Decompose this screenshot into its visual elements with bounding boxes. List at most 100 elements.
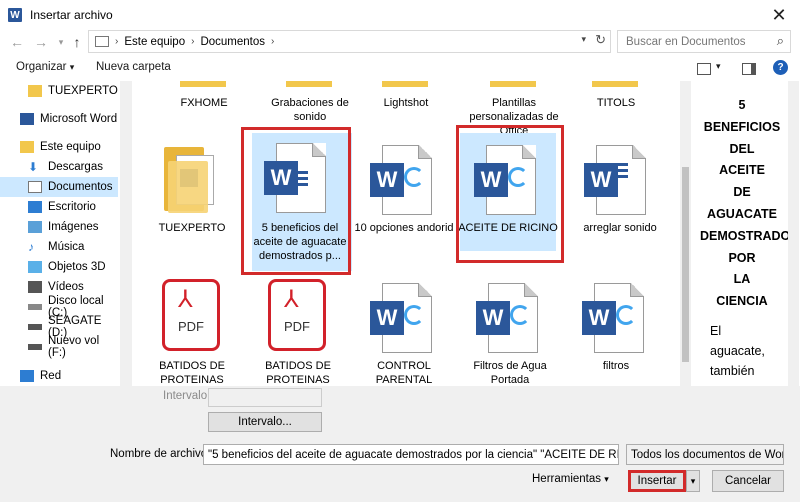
file-item-arreglar-sonido[interactable]: W arreglar sonido — [568, 141, 672, 241]
sidebar-item-label: Red — [40, 370, 62, 382]
preview-heading: 5 BENEFICIOS DEL ACEITE DE AGUACATE DEMO… — [700, 95, 799, 313]
file-item-10-opciones-andorid[interactable]: W 10 opciones andorid — [352, 141, 456, 241]
search-icon: ⌕ — [776, 33, 784, 48]
sidebar-item-objetos-3d[interactable]: Objetos 3D — [0, 257, 118, 277]
sidebar-item-label: Descargas — [48, 161, 103, 173]
sidebar-item-disco-local-c[interactable]: Disco local (C:) — [0, 295, 118, 319]
file-label: FXHOME — [180, 97, 228, 109]
word-icon — [20, 113, 34, 125]
sidebar-item-label: Nuevo vol (F:) — [48, 335, 100, 359]
word-document-icon: W — [584, 145, 648, 219]
folder-icon — [286, 81, 332, 87]
sidebar-item-microsoft-word[interactable]: Microsoft Word — [0, 109, 118, 129]
file-label: arreglar sonido — [583, 222, 657, 234]
scrollbar-thumb[interactable] — [682, 167, 689, 362]
file-item-batidos-de-proteinas-2[interactable]: ⅄ PDF BATIDOS DE PROTEINAS — [246, 279, 350, 386]
pdf-icon-label: PDF — [284, 319, 310, 334]
sidebar-item-documentos[interactable]: Documentos — [0, 177, 118, 197]
breadcrumb-separator-icon: › — [115, 36, 119, 47]
file-label: Grabaciones de sonido — [271, 97, 349, 123]
sidebar-scrollbar[interactable] — [120, 81, 132, 386]
highlight-box — [241, 127, 351, 275]
file-item-control-parental[interactable]: W CONTROL PARENTAL — [352, 279, 456, 386]
file-label: Lightshot — [383, 97, 429, 109]
preview-pane: 5 BENEFICIOS DEL ACEITE DE AGUACATE DEMO… — [692, 81, 800, 386]
tools-button[interactable]: Herramientas ▾ — [532, 473, 609, 485]
folder-item-plantillas-personalizadas[interactable]: Plantillas personalizadas de Office — [462, 81, 566, 137]
insert-button[interactable]: Insertar — [628, 470, 686, 492]
sidebar-item-musica[interactable]: ♪ Música — [0, 237, 118, 257]
3d-objects-icon — [28, 261, 42, 273]
folder-item-grabaciones-de-sonido[interactable]: Grabaciones de sonido — [258, 81, 362, 123]
help-icon[interactable]: ? — [773, 60, 788, 75]
address-dropdown-icon[interactable]: ▾ — [581, 34, 586, 45]
view-options-icon[interactable] — [697, 63, 711, 75]
close-icon[interactable]: ✕ — [768, 4, 790, 26]
desktop-icon — [28, 201, 42, 213]
sidebar-item-descargas[interactable]: ⬇ Descargas — [0, 157, 118, 177]
filename-input[interactable]: "5 beneficios del aceite de aguacate dem… — [203, 444, 619, 465]
file-label: 10 opciones andorid — [354, 222, 454, 234]
breadcrumb-separator-icon: › — [191, 36, 195, 47]
file-item-filtros[interactable]: W filtros — [564, 279, 668, 386]
drive-icon — [28, 304, 42, 310]
word-sync-document-icon: W — [370, 283, 434, 357]
address-bar[interactable]: › Este equipo › Documentos › ▾ ↻ — [88, 30, 611, 53]
word-sync-document-icon: W — [582, 283, 646, 357]
preview-line: LA — [733, 272, 751, 287]
forward-arrow-icon[interactable]: → — [32, 33, 50, 51]
pdf-icon: ⅄ PDF — [268, 279, 330, 355]
preview-scrollbar[interactable] — [788, 81, 799, 386]
breadcrumb-documentos[interactable]: Documentos — [200, 36, 265, 48]
file-label: TUEXPERTO — [158, 222, 226, 234]
sidebar-item-label: Microsoft Word — [40, 113, 118, 125]
organize-button[interactable]: Organizar ▾ — [16, 61, 74, 73]
pdf-icon: ⅄ PDF — [162, 279, 224, 355]
toolbar: Organizar ▾ Nueva carpeta ▾ ? — [0, 57, 800, 81]
view-dropdown-icon[interactable]: ▾ — [716, 61, 721, 72]
videos-icon — [28, 281, 42, 293]
sidebar-item-seagate-d[interactable]: SEAGATE (D:) — [0, 315, 118, 339]
title-bar: W Insertar archivo ✕ — [0, 0, 800, 30]
file-label: filtros — [602, 360, 630, 372]
folder-item-tuexperto[interactable]: TUEXPERTO — [140, 141, 244, 234]
insert-dropdown-icon[interactable]: ▾ — [686, 470, 700, 492]
sidebar-item-label: Este equipo — [40, 141, 101, 153]
sidebar-item-este-equipo[interactable]: Este equipo — [0, 137, 118, 157]
interval-label: Intervalo: — [163, 390, 211, 402]
sidebar-item-red[interactable]: Red — [0, 366, 118, 386]
back-arrow-icon[interactable]: ← — [8, 33, 26, 51]
up-arrow-icon[interactable]: ↑ — [68, 33, 86, 51]
preview-pane-icon[interactable] — [742, 63, 756, 75]
pdf-icon-label: PDF — [178, 319, 204, 334]
sidebar-item-label: Vídeos — [48, 281, 84, 293]
folder-icon — [382, 81, 428, 87]
sidebar-item-videos[interactable]: Vídeos — [0, 277, 118, 297]
word-icon: W — [8, 8, 22, 22]
sidebar-item-nuevo-vol-f[interactable]: Nuevo vol (F:) — [0, 335, 118, 359]
organize-label: Organizar — [16, 61, 67, 73]
refresh-icon[interactable]: ↻ — [595, 32, 606, 48]
search-input[interactable]: Buscar en Documentos ⌕ — [617, 30, 791, 53]
file-list-scrollbar[interactable] — [680, 81, 691, 386]
navigation-row: ← → ▾ ↑ › Este equipo › Documentos › ▾ ↻… — [0, 30, 800, 54]
sidebar-item-tuexperto[interactable]: TUEXPERTO — [0, 81, 118, 101]
drive-icon — [28, 344, 42, 350]
sidebar-item-escritorio[interactable]: Escritorio — [0, 197, 118, 217]
folder-item-lightshot[interactable]: Lightshot — [354, 81, 458, 121]
new-folder-button[interactable]: Nueva carpeta — [96, 61, 171, 73]
cancel-button[interactable]: Cancelar — [712, 470, 784, 492]
breadcrumb-este-equipo[interactable]: Este equipo — [124, 36, 185, 48]
folder-item-fxhome[interactable]: FXHOME — [152, 81, 256, 121]
folder-icon — [180, 81, 226, 87]
file-item-filtros-de-agua-portada[interactable]: W Filtros de Agua Portada — [458, 279, 562, 386]
folder-item-titols[interactable]: TITOLS — [564, 81, 668, 121]
sidebar-item-imagenes[interactable]: Imágenes — [0, 217, 118, 237]
interval-button[interactable]: Intervalo... — [208, 412, 322, 432]
interval-input[interactable] — [208, 388, 322, 407]
preview-line: ACEITE — [719, 163, 765, 178]
downloads-icon: ⬇ — [28, 160, 39, 174]
preview-line: CIENCIA — [716, 294, 768, 309]
file-item-batidos-de-proteinas-1[interactable]: ⅄ PDF BATIDOS DE PROTEINAS — [140, 279, 244, 386]
filetype-select[interactable]: Todos los documentos de Word — [626, 444, 784, 465]
